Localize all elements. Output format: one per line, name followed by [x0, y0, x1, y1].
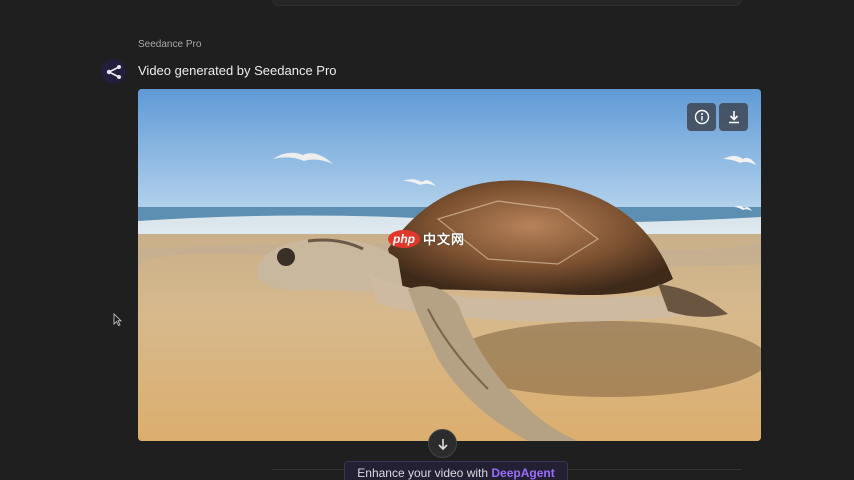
scroll-down-button[interactable] — [428, 429, 457, 458]
prompt-bar-edge — [272, 0, 742, 6]
video-thumbnail — [138, 89, 761, 441]
download-button[interactable] — [719, 103, 748, 131]
watermark-logo: php — [388, 229, 420, 248]
watermark-text: 中文网 — [423, 232, 466, 247]
info-icon — [694, 109, 709, 125]
arrow-down-icon — [437, 438, 448, 450]
info-button[interactable] — [687, 103, 716, 131]
watermark: php 中文网 — [388, 229, 465, 248]
download-icon — [728, 111, 739, 124]
model-label: Seedance Pro — [138, 39, 202, 50]
enhance-prefix: Enhance your video with — [357, 466, 492, 480]
enhance-video-banner[interactable]: Enhance your video with DeepAgent — [344, 461, 568, 480]
message-title: Video generated by Seedance Pro — [138, 63, 337, 78]
chat-page: Seedance Pro Video generated by Seedance… — [0, 0, 854, 480]
share-nodes-icon — [106, 64, 121, 79]
generated-video[interactable]: php 中文网 — [138, 89, 761, 441]
mouse-cursor-icon — [113, 313, 122, 331]
assistant-avatar — [101, 59, 126, 84]
deepagent-link[interactable]: DeepAgent — [491, 466, 554, 480]
